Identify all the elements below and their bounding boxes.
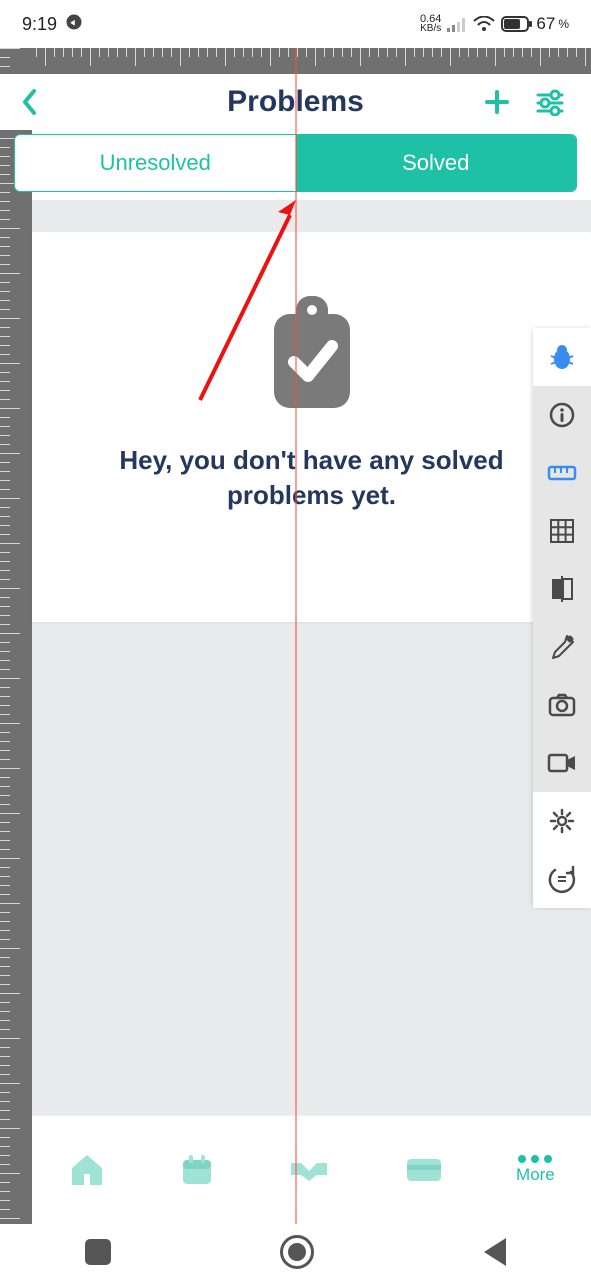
empty-state-text: Hey, you don't have any solved problems … — [32, 443, 591, 513]
compare-icon[interactable] — [533, 560, 591, 618]
filter-button[interactable] — [535, 88, 565, 116]
ruler-icon[interactable] — [533, 444, 591, 502]
status-time: 9:19 — [22, 14, 57, 35]
settings-icon[interactable] — [533, 792, 591, 850]
bug-icon[interactable] — [533, 328, 591, 386]
rotate-icon[interactable] — [533, 850, 591, 908]
nav-handshake[interactable] — [287, 1155, 331, 1185]
eyedropper-icon[interactable] — [533, 618, 591, 676]
nav-calendar[interactable] — [179, 1152, 215, 1188]
android-home-button[interactable] — [280, 1235, 314, 1269]
video-icon[interactable] — [533, 734, 591, 792]
bottom-nav: More — [32, 1115, 591, 1224]
clipboard-check-icon — [262, 399, 362, 416]
tab-unresolved[interactable]: Unresolved — [15, 135, 296, 191]
overlay-center-guideline — [295, 48, 297, 1224]
status-bar: 9:19 0.64 KB/s 67% — [0, 0, 591, 48]
android-system-nav — [0, 1224, 591, 1280]
info-icon[interactable] — [533, 386, 591, 444]
more-dots-icon — [518, 1155, 552, 1163]
android-recent-button[interactable] — [85, 1239, 111, 1265]
nav-home[interactable] — [68, 1152, 106, 1188]
camera-icon[interactable] — [533, 676, 591, 734]
android-back-button[interactable] — [484, 1238, 506, 1266]
megaphone-icon — [65, 13, 83, 36]
signal-icon — [447, 16, 467, 32]
battery-icon: 67% — [501, 14, 569, 34]
back-button[interactable] — [20, 87, 40, 117]
grid-icon[interactable] — [533, 502, 591, 560]
add-button[interactable] — [483, 88, 511, 116]
network-speed: 0.64 KB/s — [420, 14, 441, 34]
empty-state-card: Hey, you don't have any solved problems … — [32, 232, 591, 622]
ruler-vertical — [0, 48, 32, 1224]
nav-card[interactable] — [404, 1155, 444, 1185]
tab-solved[interactable]: Solved — [296, 135, 577, 191]
nav-more[interactable]: More — [516, 1155, 555, 1185]
wifi-icon — [473, 16, 495, 32]
debug-toolbar — [533, 328, 591, 908]
